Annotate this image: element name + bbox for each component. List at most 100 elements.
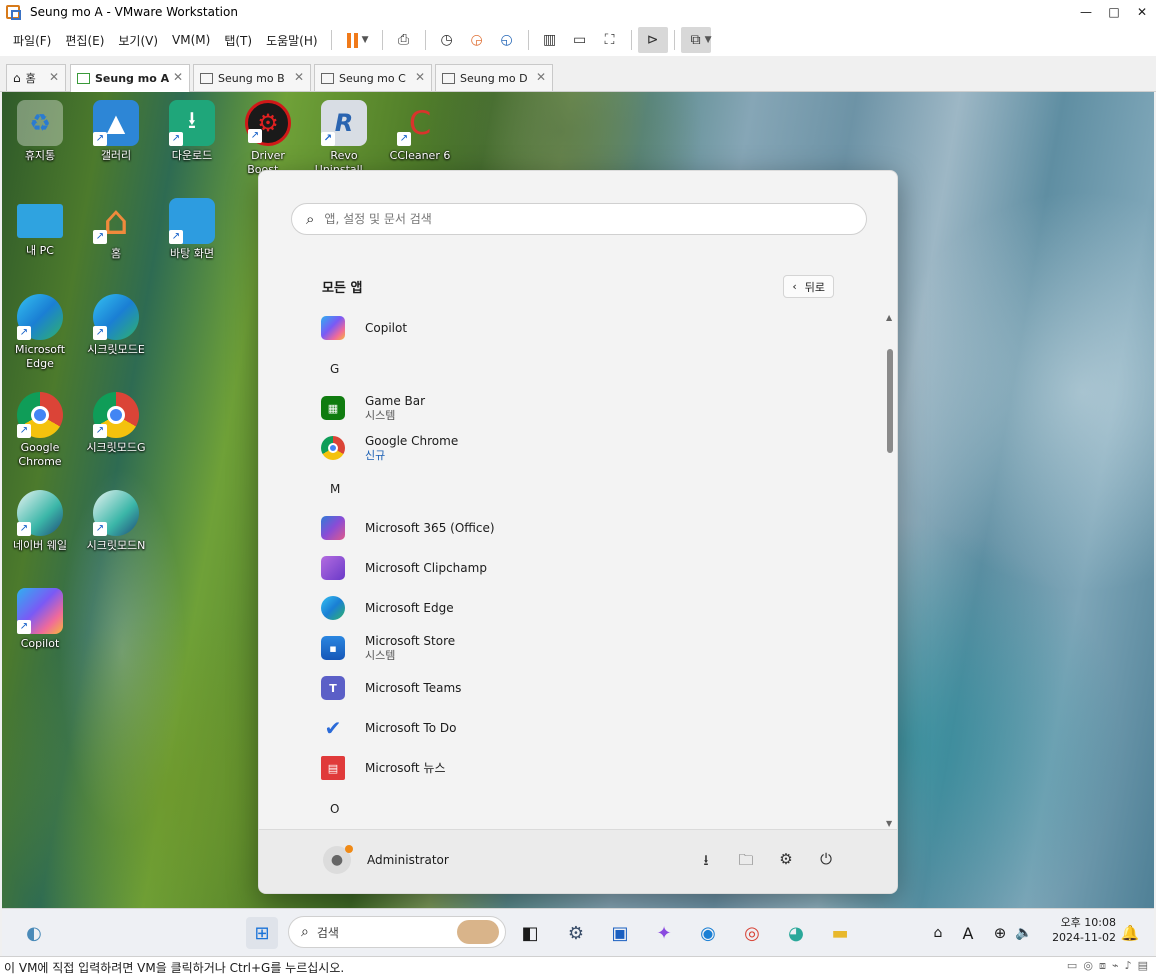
menu-file[interactable]: 파일(F) xyxy=(6,32,58,49)
network-adapter-icon[interactable]: ⧈ xyxy=(1099,959,1106,973)
desktop-icon-google-chrome[interactable]: ↗ Google Chrome xyxy=(2,392,78,469)
tab-home[interactable]: ⌂ 홈 ✕ xyxy=(6,64,66,91)
chrome-icon[interactable]: ◎ xyxy=(736,917,768,949)
desktop-icon-microsoft-edge[interactable]: ↗ Microsoft Edge xyxy=(2,294,78,371)
desktop-icon-this-pc[interactable]: 내 PC xyxy=(2,198,78,258)
store-icon[interactable]: ▣ xyxy=(604,917,636,949)
edge-icon xyxy=(321,596,345,620)
toolbar-separator xyxy=(673,30,675,50)
close-button[interactable]: ✕ xyxy=(1128,0,1156,24)
app-group-letter[interactable]: O xyxy=(330,802,339,816)
usb-device-icon[interactable]: ⌁ xyxy=(1112,959,1119,973)
user-account-button[interactable]: ● Administrator xyxy=(323,845,449,874)
app-item-clipchamp[interactable]: Microsoft Clipchamp xyxy=(321,551,487,585)
app-item-microsoft-edge[interactable]: Microsoft Edge xyxy=(321,591,454,625)
send-ctrl-alt-del-icon[interactable]: ⎙ xyxy=(389,27,419,53)
start-search-input[interactable] xyxy=(324,212,825,226)
sound-card-icon[interactable]: ♪ xyxy=(1125,959,1132,973)
downloads-icon[interactable]: ⭳ xyxy=(695,850,717,875)
app-group-letter[interactable]: M xyxy=(330,482,340,496)
start-button-windows-icon[interactable]: ⊞ xyxy=(246,917,278,949)
desktop-icon-whale-incognito[interactable]: ↗ 시크릿모드N xyxy=(78,490,154,553)
close-icon[interactable]: ✕ xyxy=(173,70,183,84)
clock-time: 오후 10:08 xyxy=(1060,916,1116,929)
chevron-down-icon[interactable]: ▼ xyxy=(362,35,376,45)
console-view-icon[interactable]: ⊳ xyxy=(637,27,668,53)
toolbar-separator xyxy=(630,30,632,50)
desktop-icon-home[interactable]: ⌂ ↗ 홈 xyxy=(78,198,154,261)
app-item-google-chrome[interactable]: Google Chrome 신규 xyxy=(321,431,458,465)
task-view-icon[interactable]: ◧ xyxy=(514,917,546,949)
desktop-icon-label: Microsoft Edge xyxy=(14,343,66,370)
menu-edit[interactable]: 편집(E) xyxy=(58,32,111,49)
copilot-icon[interactable]: ✦ xyxy=(648,917,680,949)
app-item-microsoft-store[interactable]: ▪ Microsoft Store 시스템 xyxy=(321,631,455,665)
usb-icon[interactable]: ⌂ xyxy=(922,917,954,949)
desktop-icon-gallery[interactable]: ▲ ↗ 갤러리 xyxy=(78,100,154,163)
back-button[interactable]: ‹ 뒤로 xyxy=(783,275,834,298)
menu-vm[interactable]: VM(M) xyxy=(165,33,217,47)
app-name: Copilot xyxy=(365,320,408,335)
start-search-box[interactable]: ⌕ xyxy=(291,203,867,235)
desktop-icon-recycle-bin[interactable]: ♻ 휴지통 xyxy=(2,100,78,163)
full-screen-icon[interactable]: ⛶ xyxy=(595,27,625,53)
desktop-icon-copilot[interactable]: ↗ Copilot xyxy=(2,588,78,651)
message-log-icon[interactable]: ▤ xyxy=(1138,959,1148,973)
taskbar-clock[interactable]: 오후 10:08 2024-11-02 xyxy=(1042,915,1116,945)
whale-icon: ↗ xyxy=(93,490,139,536)
ime-indicator[interactable]: A xyxy=(952,917,984,949)
app-item-game-bar[interactable]: ▦ Game Bar 시스템 xyxy=(321,391,425,425)
close-icon[interactable]: ✕ xyxy=(536,70,546,84)
notification-bell-icon[interactable]: 🔔 xyxy=(1114,917,1146,949)
maximize-button[interactable]: □ xyxy=(1100,0,1128,24)
snapshot-manager-icon[interactable]: ◵ xyxy=(492,27,522,53)
desktop-icon-naver-whale[interactable]: ↗ 네이버 웨일 xyxy=(2,490,78,553)
whale-icon[interactable]: ◕ xyxy=(780,917,812,949)
menu-view[interactable]: 보기(V) xyxy=(111,32,165,49)
tab-seung-mo-b[interactable]: Seung mo B ✕ xyxy=(193,64,311,91)
desktop-icon-ccleaner[interactable]: C ↗ CCleaner 6 xyxy=(382,100,458,163)
snapshot-icon[interactable]: ◷ xyxy=(432,27,462,53)
app-item-microsoft-365[interactable]: Microsoft 365 (Office) xyxy=(321,511,495,545)
desktop-icon-edge-incognito[interactable]: ↗ 시크릿모드E xyxy=(78,294,154,357)
close-icon[interactable]: ✕ xyxy=(49,70,59,84)
desktop-icon-downloads[interactable]: ⭳ ↗ 다운로드 xyxy=(154,100,230,163)
tab-seung-mo-d[interactable]: Seung mo D ✕ xyxy=(435,64,553,91)
all-apps-list[interactable]: Copilot G ▦ Game Bar 시스템 Google Chrome 신… xyxy=(259,308,883,828)
chevron-down-icon[interactable]: ▼ xyxy=(705,35,719,45)
weather-widget-icon[interactable]: ◐ xyxy=(18,917,50,949)
scroll-up-icon[interactable]: ▲ xyxy=(886,313,892,322)
revert-snapshot-icon[interactable]: ◶ xyxy=(462,27,492,53)
desktop-icon-desktop-folder[interactable]: ↗ 바탕 화면 xyxy=(154,198,230,261)
desktop-icon-chrome-incognito[interactable]: ↗ 시크릿모드G xyxy=(78,392,154,455)
volume-icon[interactable]: 🔈 xyxy=(1008,917,1040,949)
scroll-down-icon[interactable]: ▼ xyxy=(886,819,892,828)
show-library-icon[interactable]: ▥ xyxy=(535,27,565,53)
menu-help[interactable]: 도움말(H) xyxy=(259,32,325,49)
app-item-microsoft-news[interactable]: ▤ Microsoft 뉴스 xyxy=(321,751,446,785)
tab-seung-mo-a[interactable]: Seung mo A ✕ xyxy=(70,64,190,92)
desktop-icon-revo-uninstaller[interactable]: R↗ Revo Uninstall... xyxy=(306,100,382,177)
settings-gear-icon[interactable]: ⚙ xyxy=(775,850,797,868)
edge-icon[interactable]: ◉ xyxy=(692,917,724,949)
tab-seung-mo-c[interactable]: Seung mo C ✕ xyxy=(314,64,432,91)
settings-gear-icon[interactable]: ⚙ xyxy=(560,917,592,949)
app-item-microsoft-to-do[interactable]: ✔ Microsoft To Do xyxy=(321,711,457,745)
file-explorer-icon[interactable]: ▬ xyxy=(824,917,856,949)
thumbnail-bar-icon[interactable]: ▭ xyxy=(565,27,595,53)
scrollbar-thumb[interactable] xyxy=(887,349,893,453)
app-item-copilot[interactable]: Copilot xyxy=(321,311,407,345)
app-group-letter[interactable]: G xyxy=(330,362,339,376)
app-item-microsoft-teams[interactable]: T Microsoft Teams xyxy=(321,671,461,705)
app-list-scrollbar[interactable]: ▲ ▼ xyxy=(885,313,895,828)
desktop-icon-driver-booster[interactable]: ⚙↗ Driver Boost... xyxy=(230,100,306,177)
power-icon[interactable]: ⏻ xyxy=(815,850,837,868)
menu-tabs[interactable]: 탭(T) xyxy=(217,32,259,49)
taskbar-search-box[interactable]: ⌕ 검색 xyxy=(288,916,506,948)
minimize-button[interactable]: — xyxy=(1072,0,1100,24)
cd-rom-icon[interactable]: ◎ xyxy=(1083,959,1093,973)
file-explorer-icon[interactable]: 🗀 xyxy=(735,850,757,875)
hard-disk-icon[interactable]: ▭ xyxy=(1067,959,1077,973)
close-icon[interactable]: ✕ xyxy=(415,70,425,84)
close-icon[interactable]: ✕ xyxy=(294,70,304,84)
